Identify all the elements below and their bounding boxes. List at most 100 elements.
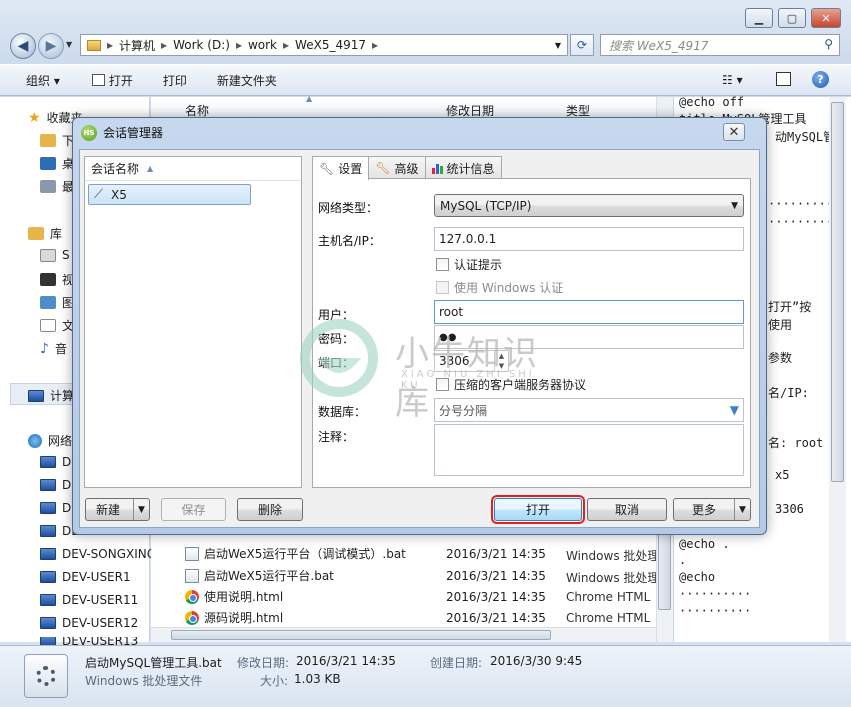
file-row[interactable]: 启动WeX5运行平台（调试模式）.bat [185,543,406,564]
refresh-button[interactable]: ⟳ [570,34,594,56]
database-label: 数据库： [318,405,367,419]
nav-network[interactable]: 网络 [28,432,72,449]
preview-line: 动MySQL管 [775,130,836,144]
breadcrumb-item[interactable]: WeX5_4917 [295,38,366,52]
password-label: 密码： [318,332,355,346]
detail-created: 2016/3/30 9:45 [490,654,583,668]
music-icon: ♪ [40,340,49,357]
dialog-close-button[interactable]: ✕ [723,123,745,141]
compress-protocol-checkbox[interactable]: 压缩的客户端服务器协议 [436,376,586,393]
folder-icon [87,39,101,51]
tab-advanced[interactable]: 🔧︎ 高级 [368,156,426,179]
help-icon[interactable]: ? [812,71,829,88]
file-row[interactable]: 使用说明.html [185,586,283,607]
nav-host[interactable]: DEV-SONGXING [40,547,156,561]
nav-host[interactable]: DEV-USER13 [40,637,138,645]
spinner-arrows-icon[interactable]: ▲ ▼ [494,351,508,371]
back-button[interactable]: ◀ [10,33,36,59]
file-row[interactable]: 启动WeX5运行平台.bat [185,565,334,586]
breadcrumb-sep: ▸ [283,38,290,52]
heidisql-icon: HS [81,124,97,141]
breadcrumb-sep: ▸ [372,38,379,52]
forward-button[interactable]: ▶ [38,33,64,59]
nav-libraries[interactable]: 库 [28,225,62,242]
preview-pane-icon[interactable] [776,72,791,86]
comment-textarea[interactable] [434,424,744,476]
star-icon: ★ [28,109,41,126]
nav-videos[interactable]: 视 [40,271,74,288]
port-spinner[interactable]: 3306 ▲ ▼ [434,350,509,372]
session-list-header[interactable]: 会话名称 ▲ [85,157,301,181]
user-input[interactable]: root [434,300,744,324]
search-input[interactable]: 搜索 WeX5_4917 ⚲ [600,34,840,56]
windows-auth-checkbox[interactable]: 使用 Windows 认证 [436,279,563,296]
preview-line: 名/IP: [768,386,809,400]
preview-line: ········· [768,197,834,211]
open-command[interactable]: 打开 [91,72,133,89]
command-bar: 组织 ▾ 打开 打印 新建文件夹 ☷ ▾ ? [0,64,851,96]
chevron-down-icon[interactable]: ▼ [133,499,149,520]
breadcrumb-item[interactable]: work [248,38,277,52]
nav-recent[interactable]: 最 [40,178,74,195]
dialog-body: 会话名称 ▲ ⟋ X5 🔧︎ 设置 🔧︎ 高级 统计信息 网络类型： MySQL… [79,149,760,528]
address-bar[interactable]: ▸ 计算机 ▸ Work (D:) ▸ work ▸ WeX5_4917 ▸ ▼ [80,34,568,56]
nav-host[interactable]: DEV-USER1 [40,570,131,584]
nav-documents[interactable]: 文 [40,317,74,334]
minimize-button[interactable]: ▁ [745,8,773,28]
auth-prompt-checkbox[interactable]: 认证提示 [436,256,502,273]
file-type: Windows 批处理 [566,549,660,563]
tab-statistics[interactable]: 统计信息 [424,156,502,179]
computer-icon [40,637,56,645]
nav-downloads[interactable]: 下 [40,132,74,149]
horizontal-scroll-thumb[interactable] [171,630,551,640]
nav-lib-item[interactable]: S [40,248,70,262]
nav-host[interactable]: DEV-USER12 [40,616,138,630]
library-folder-icon [40,248,56,262]
new-folder-command[interactable]: 新建文件夹 [217,72,277,89]
net-type-select[interactable]: MySQL (TCP/IP) ▼ [434,194,744,217]
close-button[interactable]: ✕ [811,8,841,28]
dialog-title: 会话管理器 [103,126,164,140]
file-type: Windows 批处理 [566,571,660,585]
print-command[interactable]: 打印 [163,72,187,89]
computer-icon [40,525,56,537]
more-button[interactable]: 更多 ▼ [673,498,751,521]
computer-icon [40,502,56,514]
nav-music[interactable]: ♪ 音 [40,340,67,357]
file-row[interactable]: 源码说明.html [185,607,283,628]
nav-computer[interactable]: 计算 [28,387,74,404]
nav-pictures[interactable]: 图 [40,294,74,311]
database-combo[interactable]: 分号分隔 ▼ [434,398,744,422]
delete-button[interactable]: 删除 [237,498,303,521]
chevron-down-icon[interactable]: ▼ [730,403,739,417]
view-options-icon[interactable]: ☷ ▾ [722,73,743,87]
new-session-button[interactable]: 新建 ▼ [85,498,150,521]
address-dropdown-icon[interactable]: ▼ [555,41,561,50]
host-input[interactable]: 127.0.0.1 [434,227,744,251]
tab-settings[interactable]: 🔧︎ 设置 [312,156,370,180]
breadcrumb-item[interactable]: 计算机 [119,37,155,54]
organize-menu[interactable]: 组织 ▾ [26,72,60,89]
maximize-button[interactable]: ▢ [778,8,806,28]
open-button[interactable]: 打开 [491,495,585,524]
preview-scroll-thumb[interactable] [831,102,844,482]
details-pane: 启动MySQL管理工具.bat 修改日期: 2016/3/21 14:35 创建… [0,645,851,707]
password-input[interactable]: ●● [434,325,744,349]
nav-desktop[interactable]: 桌 [40,155,74,172]
computer-icon [28,389,44,402]
file-date: 2016/3/21 14:35 [446,590,546,604]
cancel-button[interactable]: 取消 [587,498,667,521]
session-item-x5[interactable]: ⟋ X5 [88,184,251,205]
save-button[interactable]: 保存 [161,498,226,521]
horizontal-scrollbar[interactable] [151,627,656,642]
picture-icon [40,296,56,309]
nav-host[interactable]: DEV-USER11 [40,593,138,607]
back-arrow-icon: ◀ [17,38,29,54]
breadcrumb-sep: ▸ [235,38,242,52]
breadcrumb-sep: ▸ [161,38,168,52]
chevron-down-icon[interactable]: ▼ [734,499,750,520]
recent-pages-dropdown[interactable]: ▼ [66,40,72,49]
preview-line: 使用 [768,318,793,332]
breadcrumb-item[interactable]: Work (D:) [173,38,230,52]
preview-line: @echo [679,570,716,584]
